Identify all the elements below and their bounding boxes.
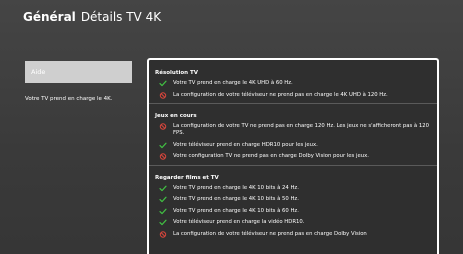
tv-support-description: Votre TV prend en charge le 4K. bbox=[25, 96, 113, 102]
prohibited-icon bbox=[159, 123, 167, 130]
list-item: Votre TV prend en charge le 4K 10 bits à… bbox=[149, 185, 437, 192]
page-title-section: Général bbox=[23, 10, 76, 24]
section: Regarder films et TV Votre TV prend en ch… bbox=[149, 164, 437, 238]
section: Résolution TV Votre TV prend en charge le… bbox=[149, 60, 437, 99]
help-button[interactable]: Aide bbox=[25, 61, 132, 83]
page-title-name: Détails TV 4K bbox=[80, 10, 162, 24]
list-item-text: Votre TV prend en charge le 4K 10 bits à… bbox=[173, 207, 299, 214]
check-icon bbox=[159, 219, 167, 226]
page-title: Général Détails TV 4K bbox=[23, 9, 161, 25]
section-title: Jeux en cours bbox=[155, 113, 197, 119]
list-item-text: La configuration de votre téléviseur ne … bbox=[173, 91, 388, 98]
list-item-text: La configuration de votre TV ne prend pa… bbox=[173, 123, 429, 136]
list-item-text: Votre téléviseur prend en charge la vidé… bbox=[173, 219, 305, 225]
section-title: Résolution TV bbox=[155, 70, 198, 76]
check-icon bbox=[159, 80, 167, 87]
list-item: Votre configuration TV ne prend pas en c… bbox=[149, 153, 437, 160]
details-sections: Résolution TV Votre TV prend en charge le… bbox=[149, 60, 437, 238]
list-item: Votre téléviseur prend en charge la vidé… bbox=[149, 219, 437, 226]
check-icon bbox=[159, 208, 167, 215]
list-item-text: Votre configuration TV ne prend pas en c… bbox=[173, 153, 369, 159]
list-item-text: Votre TV prend en charge le 4K 10 bits à… bbox=[173, 184, 299, 191]
prohibited-icon bbox=[159, 230, 167, 238]
list-item-text: La configuration de votre téléviseur ne … bbox=[173, 230, 367, 237]
list-item: La configuration de votre TV ne prend pa… bbox=[149, 123, 437, 137]
section: Jeux en cours La configuration de votre T… bbox=[149, 103, 437, 160]
list-item: Votre TV prend en charge le 4K UHD à 60 … bbox=[149, 80, 437, 87]
list-item: La configuration de votre téléviseur ne … bbox=[149, 231, 437, 238]
prohibited-icon bbox=[159, 91, 167, 99]
check-icon bbox=[159, 185, 167, 192]
section-title: Regarder films et TV bbox=[155, 174, 219, 181]
list-item: La configuration de votre téléviseur ne … bbox=[149, 92, 437, 99]
list-item: Votre téléviseur prend en charge HDR10 p… bbox=[149, 142, 437, 149]
list-item-text: Votre téléviseur prend en charge HDR10 p… bbox=[173, 141, 318, 148]
tv-details-screen: Général Détails TV 4K Aide Votre TV prend… bbox=[0, 0, 463, 254]
list-item: Votre TV prend en charge le 4K 10 bits à… bbox=[149, 208, 437, 215]
details-panel[interactable]: Résolution TV Votre TV prend en charge le… bbox=[147, 58, 439, 254]
list-item: Votre TV prend en charge le 4K 10 bits à… bbox=[149, 196, 437, 203]
prohibited-icon bbox=[159, 153, 167, 160]
check-icon bbox=[159, 196, 167, 203]
list-item-text: Votre TV prend en charge le 4K UHD à 60 … bbox=[173, 80, 293, 86]
check-icon bbox=[159, 142, 167, 149]
list-item-text: Votre TV prend en charge le 4K 10 bits à… bbox=[173, 196, 299, 202]
